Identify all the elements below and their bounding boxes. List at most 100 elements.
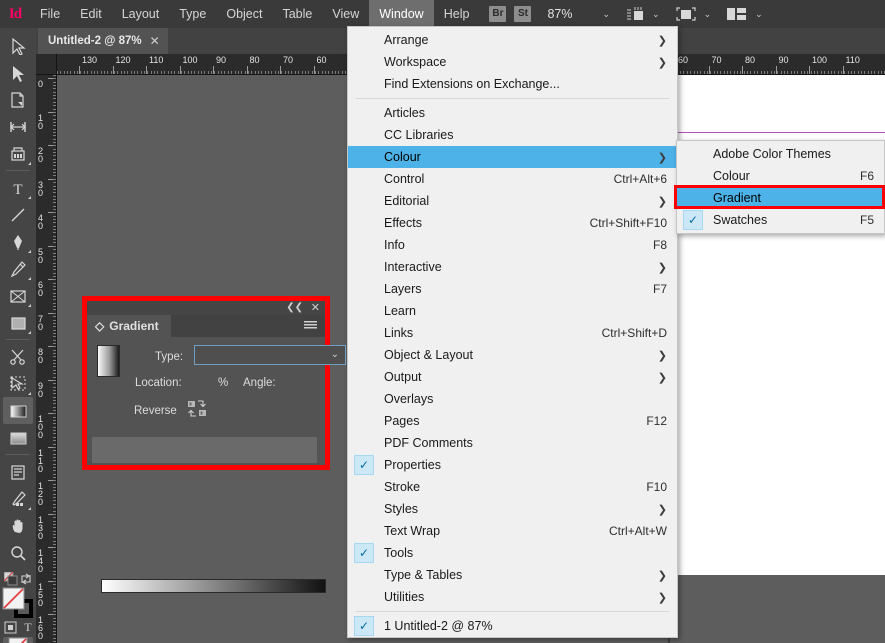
window-menu-item-pdf-comments[interactable]: PDF Comments [348,432,677,454]
colour-submenu-item-adobe-color-themes[interactable]: Adobe Color Themes [677,143,884,165]
menu-window[interactable]: Window [369,0,434,28]
colour-submenu-item-gradient[interactable]: Gradient [677,187,884,209]
pen-tool[interactable] [3,228,33,255]
gradient-feather-tool[interactable] [3,424,33,451]
gap-tool[interactable] [3,113,33,140]
page-tool[interactable] [3,86,33,113]
direct-selection-tool[interactable] [3,59,33,86]
vertical-ruler[interactable]: 0 10 20 30 40 50 60 70 80 90 100 110 120 130 140 150 160 [36,75,57,643]
arrange-documents-icon[interactable] [727,7,747,21]
gradient-swatch-icon [10,405,27,417]
scissors-tool[interactable] [3,343,33,370]
formatting-affects-frame-icon[interactable] [4,621,17,634]
view-options-chevron-down-icon[interactable]: ⌄ [652,9,660,20]
window-menu-item-cc-libraries[interactable]: CC Libraries [348,124,677,146]
apply-none-button[interactable] [3,637,33,643]
ruler-minor-tick [53,249,56,250]
view-options-icon[interactable] [626,6,644,22]
colour-submenu[interactable]: Adobe Color Themes Colour F6 Gradient ✓ Swatc… [676,140,885,234]
gradient-swatch-tool[interactable] [3,397,33,424]
screen-mode-chevron-down-icon[interactable]: ⌄ [704,9,712,20]
window-menu-dropdown[interactable]: Arrange ❯ Workspace ❯ Find Extensions on Exc… [347,26,678,638]
fill-stroke-proxy[interactable] [1,586,35,620]
window-menu-item-colour[interactable]: Colour ❯ [348,146,677,168]
panel-menu-icon[interactable] [304,321,317,330]
rectangle-tool[interactable] [3,309,33,336]
window-menu-item-utilities[interactable]: Utilities ❯ [348,586,677,608]
zoom-tool[interactable] [3,539,33,566]
window-menu-item-pages[interactable]: Pages F12 [348,410,677,432]
content-collector-tool[interactable] [3,140,33,167]
menu-object[interactable]: Object [216,0,272,28]
selection-tool[interactable] [3,32,33,59]
menu-view[interactable]: View [322,0,369,28]
gradient-preview-swatch[interactable] [97,345,120,377]
window-menu-item-control[interactable]: Control Ctrl+Alt+6 [348,168,677,190]
window-menu-item-editorial[interactable]: Editorial ❯ [348,190,677,212]
window-menu-item-type-tables[interactable]: Type & Tables ❯ [348,564,677,586]
window-menu-item-properties[interactable]: ✓ Properties [348,454,677,476]
colour-submenu-item-colour[interactable]: Colour F6 [677,165,884,187]
window-menu-item-articles[interactable]: Articles [348,102,677,124]
free-transform-tool[interactable] [3,370,33,397]
window-menu-item-1-untitled-2-87[interactable]: ✓ 1 Untitled-2 @ 87% [348,615,677,637]
menu-layout[interactable]: Layout [112,0,170,28]
window-menu-item-arrange[interactable]: Arrange ❯ [348,29,677,51]
window-menu-item-text-wrap[interactable]: Text Wrap Ctrl+Alt+W [348,520,677,542]
gradient-ramp[interactable] [101,579,326,593]
window-menu-item-stroke[interactable]: Stroke F10 [348,476,677,498]
window-menu-item-layers[interactable]: Layers F7 [348,278,677,300]
arrange-documents-chevron-down-icon[interactable]: ⌄ [755,9,763,20]
screen-mode-icon[interactable] [675,6,696,22]
chevron-down-icon[interactable]: ⌄ [331,349,339,360]
window-menu-item-object-layout[interactable]: Object & Layout ❯ [348,344,677,366]
window-menu-item-styles[interactable]: Styles ❯ [348,498,677,520]
document-tab[interactable]: Untitled-2 @ 87% ✕ [38,28,168,54]
gradient-panel-titlebar[interactable]: ❮❮ ✕ [87,301,325,315]
ruler-origin-corner[interactable] [36,54,57,75]
window-menu-item-learn[interactable]: Learn [348,300,677,322]
window-menu-item-links[interactable]: Links Ctrl+Shift+D [348,322,677,344]
reverse-gradient-icon[interactable] [188,400,210,418]
gradient-type-select[interactable]: ⌄ [194,345,346,365]
hand-tool[interactable] [3,512,33,539]
frame-tool[interactable] [3,282,33,309]
bridge-badge-icon[interactable]: Br [489,6,507,22]
collapse-panel-icon[interactable]: ❮❮ [286,301,303,315]
swap-fill-stroke-icon[interactable] [20,573,32,585]
close-panel-icon[interactable]: ✕ [311,301,320,315]
menu-help[interactable]: Help [434,0,480,28]
menu-edit[interactable]: Edit [70,0,112,28]
eyedropper-tool[interactable] [3,485,33,512]
menu-table[interactable]: Table [272,0,322,28]
ruler-minor-tick [53,316,56,317]
colour-submenu-item-swatches[interactable]: ✓ Swatches F5 [677,209,884,231]
window-menu-item-workspace[interactable]: Workspace ❯ [348,51,677,73]
gradient-panel-tab[interactable]: ◇ Gradient [87,315,171,337]
formatting-affects-container-icon[interactable] [4,572,18,586]
window-menu-item-effects[interactable]: Effects Ctrl+Shift+F10 [348,212,677,234]
window-menu-item-overlays[interactable]: Overlays [348,388,677,410]
note-tool[interactable] [3,458,33,485]
zoom-chevron-down-icon[interactable]: ⌄ [602,9,610,20]
pencil-tool[interactable] [3,255,33,282]
window-menu-item-interactive[interactable]: Interactive ❯ [348,256,677,278]
type-tool[interactable]: T [3,174,33,201]
window-menu-item-tools[interactable]: ✓ Tools [348,542,677,564]
ruler-minor-tick [774,71,775,74]
window-menu-item-find-extensions-on-exchange[interactable]: Find Extensions on Exchange... [348,73,677,95]
formatting-affects-text-icon[interactable]: T [24,620,31,635]
menu-type[interactable]: Type [169,0,216,28]
stock-badge-icon[interactable]: St [514,6,532,22]
ruler-minor-tick [131,71,132,74]
close-icon[interactable]: ✕ [150,34,160,48]
zoom-level-value[interactable]: 87% [547,7,572,21]
menu-file[interactable]: File [30,0,70,28]
window-menu-item-info[interactable]: Info F8 [348,234,677,256]
window-menu-item-output[interactable]: Output ❯ [348,366,677,388]
gradient-ramp-container[interactable] [92,437,326,593]
ruler-minor-tick [258,71,259,74]
ruler-minor-tick [335,71,336,74]
gradient-panel[interactable]: ❮❮ ✕ ◇ Gradient Type: ⌄ Location: % Angl… [87,301,346,593]
line-tool[interactable] [3,201,33,228]
